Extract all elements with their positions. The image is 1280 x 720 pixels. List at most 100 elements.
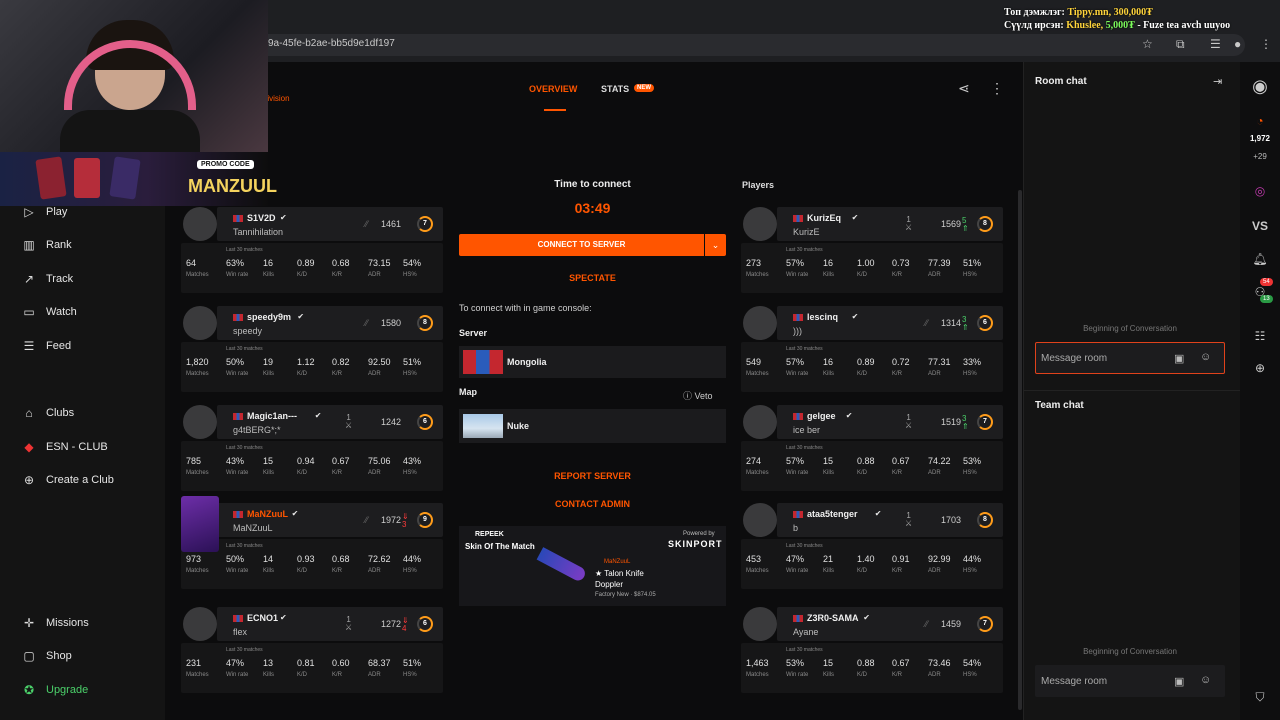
scrollbar[interactable] <box>1018 190 1022 710</box>
info-icon: ⓘ <box>683 391 693 401</box>
image-upload-icon[interactable]: ▣ <box>1174 675 1184 688</box>
connect-to-server-button[interactable]: CONNECT TO SERVER <box>459 234 704 256</box>
notifications-icon[interactable]: 🔔︎ <box>1240 252 1280 266</box>
sidebar-item-feed[interactable]: ☰ Feed <box>22 339 71 353</box>
player-avatar[interactable] <box>181 496 219 552</box>
player-card[interactable]: S1V2D ✔ Tannihilation ⁄⁄ 1461 7 Last 30 matche… <box>181 207 443 295</box>
player-avatar[interactable] <box>183 607 217 641</box>
stat-kr: 0.60 <box>332 658 350 668</box>
player-card[interactable]: speedy9m ✔ speedy ⁄⁄ 1580 8 Last 30 matches 1,8… <box>181 306 443 394</box>
player-avatar[interactable] <box>183 405 217 439</box>
party-icon[interactable]: ☷ <box>1240 329 1280 343</box>
tab-stats[interactable]: STATS <box>601 84 629 94</box>
player-card[interactable]: Magic1an--- ✔ g4tBERG*;* 1 ⚔ 1242 6 Last 30 mat… <box>181 405 443 493</box>
active-tab-indicator <box>544 109 566 111</box>
stat-label-adr: ADR <box>928 672 941 678</box>
collapse-panel-icon[interactable]: ⇥ <box>1213 75 1222 88</box>
player-card[interactable]: MaNZuuL ✔ MaNZuuL ⁄⁄ 1972 ⇓ 3 9 Last 30 matches 9… <box>181 496 443 591</box>
last-30-label: Last 30 matches <box>786 247 823 253</box>
sidebar-item-clubs[interactable]: ⌂ Clubs <box>22 406 74 420</box>
profile-icon[interactable]: ● <box>1234 37 1241 51</box>
elo-down-icon: ⇓ 4 <box>402 616 409 633</box>
stat-winrate: 57% <box>786 357 805 367</box>
address-bar[interactable] <box>255 34 1245 56</box>
sidebar-item-play[interactable]: ▷ Play <box>22 205 67 219</box>
player-card[interactable]: lescinq ✔))) ⁄⁄ 1314 3 ⇑ 6 Last 30 matches 549 Ma… <box>741 306 1003 394</box>
vs-icon[interactable]: VS <box>1240 219 1280 233</box>
last-donation-message: - Fuze tea avch uuyoo <box>1134 20 1231 31</box>
player-name[interactable]: gelgee <box>807 411 836 421</box>
player-avatar[interactable] <box>743 306 777 340</box>
stat-kr: 0.67 <box>892 658 910 668</box>
stat-kd: 1.40 <box>857 554 875 564</box>
player-name[interactable]: MaNZuuL <box>247 509 288 519</box>
player-name[interactable]: S1V2D <box>247 213 276 223</box>
player-avatar[interactable] <box>743 503 777 537</box>
player-name[interactable]: speedy9m <box>247 312 291 322</box>
player-card[interactable]: ECNO1 ✔ flex 1 ⚔ 1272 ⇓ 4 6 Last 30 matches 231 Mat… <box>181 607 443 695</box>
stat-label-kills: Kills <box>263 568 275 574</box>
sidebar-item-create-club[interactable]: ⊕ Create a Club <box>22 473 114 487</box>
sidebar-item-missions[interactable]: ✛ Missions <box>22 616 89 630</box>
veto-button[interactable]: ⓘ Veto <box>683 389 713 402</box>
player-name[interactable]: ataa5tenger <box>807 509 858 519</box>
stat-matches: 453 <box>746 554 762 564</box>
elo-delta: 3 <box>402 520 407 529</box>
sidebar-label: Play <box>46 206 68 218</box>
stat-kr: 0.91 <box>892 554 910 564</box>
sidebar-item-shop[interactable]: ▢ Shop <box>22 649 71 663</box>
player-avatar[interactable] <box>743 207 777 241</box>
address-text: 9a-45fe-b2ae-bb5d9e1df197 <box>268 38 395 49</box>
browser-menu-icon[interactable]: ⋮ <box>1260 37 1272 51</box>
stat-label-winrate: Win rate <box>786 470 809 476</box>
player-avatar[interactable] <box>743 607 777 641</box>
player-name[interactable]: Magic1an--- <box>247 411 297 421</box>
stat-kd: 0.94 <box>297 456 315 466</box>
player-avatar[interactable] <box>183 306 217 340</box>
player-name[interactable]: lescinq <box>807 312 838 322</box>
stat-kr: 0.82 <box>332 357 350 367</box>
player-name[interactable]: ECNO1 <box>247 613 278 623</box>
player-avatar[interactable] <box>743 405 777 439</box>
sidebar-item-upgrade[interactable]: ✪ Upgrade <box>22 683 88 697</box>
last-30-label: Last 30 matches <box>786 445 823 451</box>
report-server-button[interactable]: REPORT SERVER <box>459 471 726 481</box>
bookmark-star-icon[interactable]: ☆ <box>1142 37 1153 51</box>
ranked-icon[interactable]: ◎ <box>1240 184 1280 198</box>
sidebar-item-esn-club[interactable]: ◆ ESN - CLUB <box>22 440 107 454</box>
share-icon[interactable]: ⋖ <box>958 80 970 97</box>
chevron-down-icon[interactable]: ⌄ <box>705 234 726 256</box>
sidebar-item-track[interactable]: ↗ Track <box>22 272 73 286</box>
extensions-icon[interactable]: ⧉ <box>1176 37 1185 52</box>
stat-winrate: 57% <box>786 456 805 466</box>
image-upload-icon[interactable]: ▣ <box>1174 352 1184 365</box>
player-card[interactable]: Z3R0-SAMA ✔ Ayane ⁄⁄ 1459 7 Last 30 matches 1,4… <box>741 607 1003 695</box>
media-icon[interactable]: ☰ <box>1210 37 1221 51</box>
player-avatar[interactable] <box>183 207 217 241</box>
room-chat-beginning: Beginning of Conversation <box>1083 324 1177 333</box>
skin-of-the-match-card[interactable] <box>459 526 726 606</box>
contact-admin-button[interactable]: CONTACT ADMIN <box>459 499 726 509</box>
more-options-icon[interactable]: ⋮ <box>990 80 1004 97</box>
spectate-button[interactable]: SPECTATE <box>459 273 726 283</box>
stat-kd: 1.00 <box>857 258 875 268</box>
tab-overview[interactable]: OVERVIEW <box>529 84 577 94</box>
console-instructions: To connect with in game console: <box>459 303 592 313</box>
stat-adr: 73.46 <box>928 658 951 668</box>
stat-label-kills: Kills <box>263 672 275 678</box>
user-avatar[interactable]: ◉ <box>1240 76 1280 97</box>
player-name[interactable]: KurizEq <box>807 213 841 223</box>
friends-badge: 54 <box>1260 278 1273 286</box>
player-card[interactable]: KurizEq ✔ KurizE 1 ⚔ 1569 5 ⇑ 8 Last 30 matches 27… <box>741 207 1003 295</box>
emoji-icon[interactable]: ☺ <box>1200 351 1211 363</box>
faceit-logo-icon[interactable]: ⛉ <box>1240 690 1280 705</box>
emoji-icon[interactable]: ☺ <box>1200 674 1211 686</box>
sidebar-item-rank[interactable]: ▥ Rank <box>22 238 71 252</box>
stat-kills: 15 <box>823 658 834 668</box>
add-icon[interactable]: ⊕ <box>1240 361 1280 375</box>
player-card[interactable]: ataa5tenger ✔ b 1 ⚔ 1703 8 Last 30 matches 453 Ma… <box>741 503 1003 591</box>
player-name[interactable]: Z3R0-SAMA <box>807 613 859 623</box>
sidebar-item-watch[interactable]: ▭ Watch <box>22 305 76 319</box>
party-indicator: 1 ⚔ <box>905 413 913 430</box>
player-card[interactable]: gelgee ✔ ice ber 1 ⚔ 1519 3 ⇑ 7 Last 30 matches 27… <box>741 405 1003 493</box>
